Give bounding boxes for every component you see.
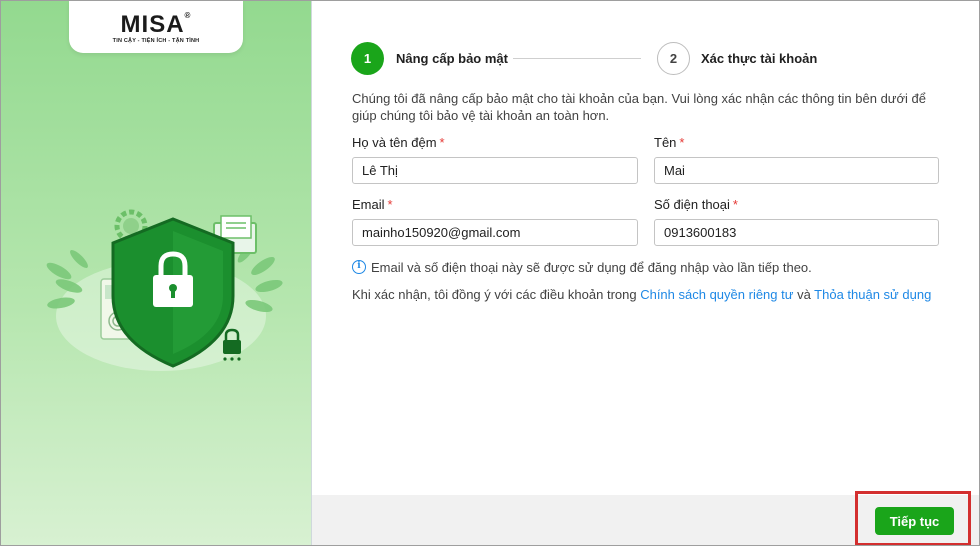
email-label: Email * [352, 197, 393, 212]
step-1-indicator: 1 [351, 42, 384, 75]
step-2-indicator: 2 [657, 42, 690, 75]
logo-text: MISA [120, 11, 185, 38]
step-1-label: Nâng cấp bảo mật [396, 51, 508, 66]
required-mark: * [387, 197, 393, 212]
step-2-label: Xác thực tài khoản [701, 51, 818, 66]
middle-name-input[interactable] [352, 157, 638, 184]
info-icon: i [352, 260, 366, 274]
terms-prefix: Khi xác nhận, tôi đồng ý với các điều kh… [352, 287, 641, 302]
required-mark: * [439, 135, 445, 150]
email-input[interactable] [352, 219, 638, 246]
middle-name-label-text: Họ và tên đệm [352, 135, 437, 150]
privacy-policy-link[interactable]: Chính sách quyền riêng tư [640, 287, 793, 302]
login-info-note: i Email và số điện thoại này sẽ được sử … [352, 259, 812, 275]
phone-label: Số điện thoại * [654, 197, 738, 212]
first-name-label: Tên * [654, 135, 684, 150]
terms-of-use-link[interactable]: Thỏa thuận sử dụng [814, 287, 931, 302]
app-window: MISA® TIN CẬY - TIỆN ÍCH - TẬN TÌNH 1 Nâ… [0, 0, 980, 546]
footer-bar: Tiếp tục [312, 491, 979, 545]
first-name-label-text: Tên [654, 135, 677, 150]
form-content: 1 Nâng cấp bảo mật 2 Xác thực tài khoản … [312, 1, 979, 495]
stepper: 1 Nâng cấp bảo mật 2 Xác thực tài khoản [351, 42, 951, 76]
continue-button[interactable]: Tiếp tục [875, 507, 954, 535]
logo-wordmark: MISA® [69, 11, 243, 39]
logo: MISA® TIN CẬY - TIỆN ÍCH - TẬN TÌNH [69, 1, 243, 53]
intro-text: Chúng tôi đã nâng cấp bảo mật cho tài kh… [352, 91, 926, 123]
phone-label-text: Số điện thoại [654, 197, 730, 212]
required-mark: * [679, 135, 685, 150]
security-shield-illustration [46, 209, 283, 371]
first-name-input[interactable] [654, 157, 939, 184]
required-mark: * [732, 197, 738, 212]
logo-tagline: TIN CẬY - TIỆN ÍCH - TẬN TÌNH [112, 38, 200, 44]
email-label-text: Email [352, 197, 385, 212]
left-panel: MISA® TIN CẬY - TIỆN ÍCH - TẬN TÌNH [1, 1, 312, 545]
middle-name-label: Họ và tên đệm * [352, 135, 445, 150]
login-info-text: Email và số điện thoại này sẽ được sử dụ… [371, 259, 812, 275]
terms-conjunction: và [793, 287, 815, 302]
terms-text: Khi xác nhận, tôi đồng ý với các điều kh… [352, 287, 931, 302]
step-connector [513, 58, 641, 59]
logo-registered-mark: ® [184, 11, 192, 20]
phone-input[interactable] [654, 219, 939, 246]
